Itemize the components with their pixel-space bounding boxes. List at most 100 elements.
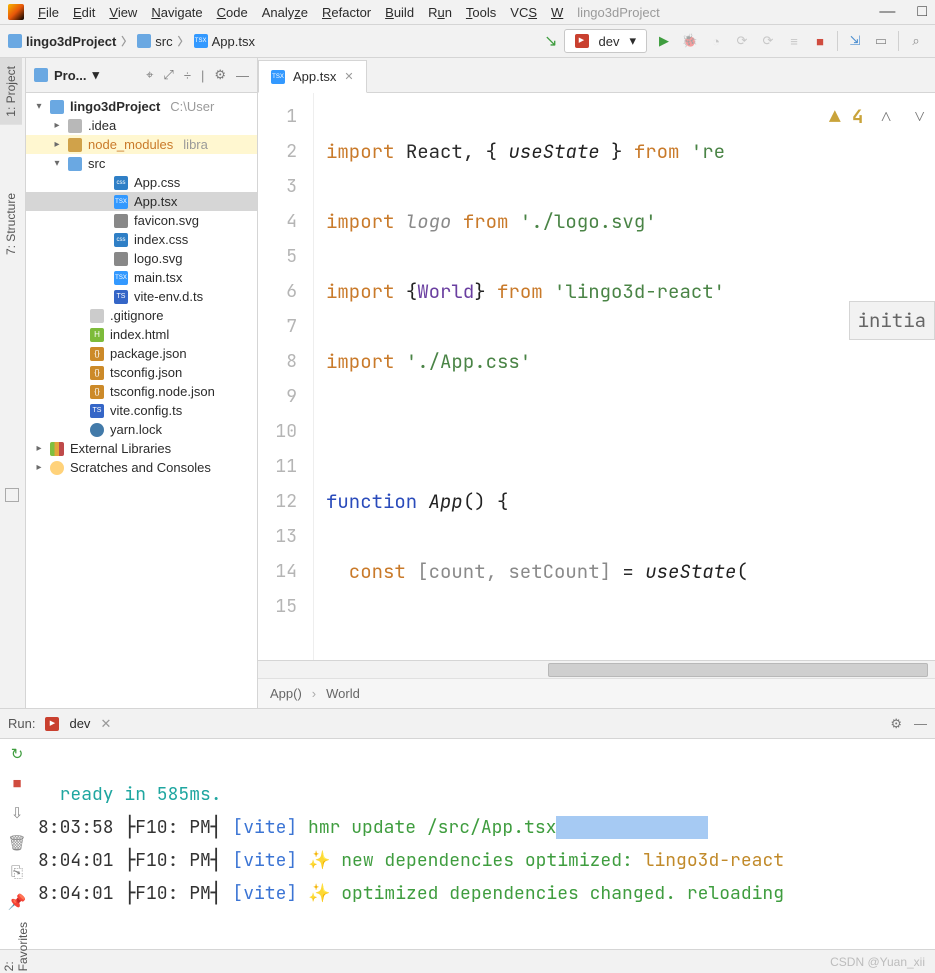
tree-file-index-css[interactable]: index.css <box>26 230 257 249</box>
divide-button[interactable]: ÷ <box>184 68 191 83</box>
tree-file-index-html[interactable]: index.html <box>26 325 257 344</box>
menu-run[interactable]: Run <box>422 3 458 22</box>
dropdown-icon: ▾ <box>629 33 636 49</box>
inspection-widget[interactable]: ▲ 4 ˄ ˅ <box>829 99 925 134</box>
tree-file-tsconfig[interactable]: tsconfig.json <box>26 363 257 382</box>
folder-icon <box>68 119 82 133</box>
tree-file-viteenv[interactable]: vite-env.d.ts <box>26 287 257 306</box>
breadcrumb-root[interactable]: lingo3dProject <box>8 34 116 49</box>
tree-file-favicon[interactable]: favicon.svg <box>26 211 257 230</box>
stop-button[interactable]: ■ <box>809 30 831 52</box>
project-icon <box>34 68 48 82</box>
tree-file-vite-config[interactable]: vite.config.ts <box>26 401 257 420</box>
run-tab-name[interactable]: dev <box>69 716 90 731</box>
minimize-button[interactable]: — <box>236 68 249 83</box>
project-tree[interactable]: ▾ lingo3dProjectC:\User ▸ .idea ▸ node_m… <box>26 93 257 708</box>
project-view-label[interactable]: Pro... <box>54 68 87 83</box>
menu-vcs[interactable]: VCS <box>504 3 543 22</box>
debug-button[interactable]: 🐞 <box>679 30 701 52</box>
breadcrumb-src[interactable]: src <box>137 34 172 49</box>
editor-tab-app[interactable]: App.tsx ✕ <box>258 60 367 93</box>
json-icon <box>90 366 104 380</box>
code-area[interactable]: 123456789101112131415 import React, { us… <box>258 93 935 660</box>
html-icon <box>90 328 104 342</box>
folder-icon <box>50 100 64 114</box>
layout-button[interactable]: ▭ <box>870 30 892 52</box>
navigation-bar: lingo3dProject 〉 src 〉 App.tsx ↘ dev ▾ ▶… <box>0 24 935 58</box>
breadcrumb-file[interactable]: App.tsx <box>194 34 255 49</box>
menu-navigate[interactable]: Navigate <box>145 3 208 22</box>
toolwindow-tab-project[interactable]: 1: Project <box>0 58 22 125</box>
down-button[interactable]: ⇩ <box>11 804 24 822</box>
close-tab-icon[interactable]: ✕ <box>344 70 353 83</box>
tree-file-app-tsx[interactable]: App.tsx <box>26 192 257 211</box>
run-button[interactable]: ▶ <box>653 30 675 52</box>
tree-folder-src[interactable]: ▾ src <box>26 154 257 173</box>
window-minimize[interactable]: — <box>879 3 895 21</box>
menu-analyze[interactable]: Analyze <box>256 3 314 22</box>
menu-build[interactable]: Build <box>379 3 420 22</box>
search-everywhere-button[interactable]: ⌕ <box>905 30 927 52</box>
menu-file[interactable]: File <box>32 3 65 22</box>
tree-root[interactable]: ▾ lingo3dProjectC:\User <box>26 97 257 116</box>
tree-file-yarn-lock[interactable]: yarn.lock <box>26 420 257 439</box>
expand-button[interactable]: ⤢ <box>163 67 173 83</box>
editor-scrollbar[interactable] <box>258 660 935 678</box>
coverage-button[interactable]: ◔ <box>705 30 727 52</box>
tree-scratches[interactable]: ▸Scratches and Consoles <box>26 458 257 477</box>
console-output[interactable]: ready in 585ms. 8:03:58 ├F10: PM┤ [vite]… <box>34 739 935 949</box>
scrollbar-thumb[interactable] <box>548 663 928 677</box>
stop-process-button[interactable]: ■ <box>12 775 21 792</box>
json-icon <box>90 385 104 399</box>
settings-button[interactable]: ⚙ <box>214 67 226 83</box>
locate-button[interactable]: ⌖ <box>146 67 153 83</box>
menu-view[interactable]: View <box>103 3 143 22</box>
chevron-right-icon: 〉 <box>119 33 134 49</box>
run-settings-button[interactable]: ⚙ <box>890 716 902 732</box>
tree-file-logo[interactable]: logo.svg <box>26 249 257 268</box>
clear-button[interactable]: 🗑 <box>7 834 26 852</box>
attach-button[interactable]: ⟳ <box>757 30 779 52</box>
code-content[interactable]: import React, { useState } from 're impo… <box>314 93 935 660</box>
window-maximize[interactable]: □ <box>917 3 927 21</box>
window-title: lingo3dProject <box>577 5 659 20</box>
run-config-selector[interactable]: dev ▾ <box>564 29 648 53</box>
project-tree-toolbar: Pro... ▾ ⌖ ⤢ ÷ | ⚙ — <box>26 58 257 93</box>
tree-external-libraries[interactable]: ▸External Libraries <box>26 439 257 458</box>
pin-button[interactable]: 📌 <box>8 893 27 911</box>
breadcrumb: lingo3dProject 〉 src 〉 App.tsx <box>8 33 255 49</box>
tree-folder-idea[interactable]: ▸ .idea <box>26 116 257 135</box>
gitignore-icon <box>90 309 104 323</box>
more-button[interactable]: ≡ <box>783 30 805 52</box>
tree-file-gitignore[interactable]: .gitignore <box>26 306 257 325</box>
menu-window[interactable]: W <box>545 3 569 22</box>
run-title: Run: <box>8 716 35 731</box>
run-hide-button[interactable]: — <box>914 716 927 732</box>
tree-file-tsconfig-node[interactable]: tsconfig.node.json <box>26 382 257 401</box>
dropdown-icon[interactable]: ▾ <box>93 67 100 83</box>
structure-icon <box>5 488 19 502</box>
run-tabbar: Run: dev ✕ ⚙ — <box>0 709 935 739</box>
folder-icon <box>137 34 151 48</box>
git-update-button[interactable]: ⇲ <box>844 30 866 52</box>
editor-breadcrumb[interactable]: App() › World <box>258 678 935 708</box>
menu-refactor[interactable]: Refactor <box>316 3 377 22</box>
toolwindow-tab-structure[interactable]: 7: Structure <box>0 185 22 263</box>
close-tab-icon[interactable]: ✕ <box>100 716 111 732</box>
tree-folder-node-modules[interactable]: ▸ node_moduleslibra <box>26 135 257 154</box>
status-bar: 2: Favorites CSDN @Yuan_xii <box>0 949 935 973</box>
profile-button[interactable]: ⟳ <box>731 30 753 52</box>
tsx-icon <box>271 70 285 84</box>
menu-edit[interactable]: Edit <box>67 3 101 22</box>
soft-wrap-button[interactable]: ⎘ <box>11 864 23 881</box>
build-button[interactable]: ↘ <box>544 31 557 51</box>
menu-tools[interactable]: Tools <box>460 3 502 22</box>
toolwindow-tab-favorites[interactable]: 2: Favorites <box>2 922 30 971</box>
tree-file-package[interactable]: package.json <box>26 344 257 363</box>
tree-file-app-css[interactable]: App.css <box>26 173 257 192</box>
main-area: 1: Project 7: Structure Pro... ▾ ⌖ ⤢ ÷ |… <box>0 58 935 708</box>
tree-file-main[interactable]: main.tsx <box>26 268 257 287</box>
editor-tabs: App.tsx ✕ <box>258 58 935 93</box>
rerun-button[interactable]: ↻ <box>11 745 24 763</box>
menu-code[interactable]: Code <box>211 3 254 22</box>
